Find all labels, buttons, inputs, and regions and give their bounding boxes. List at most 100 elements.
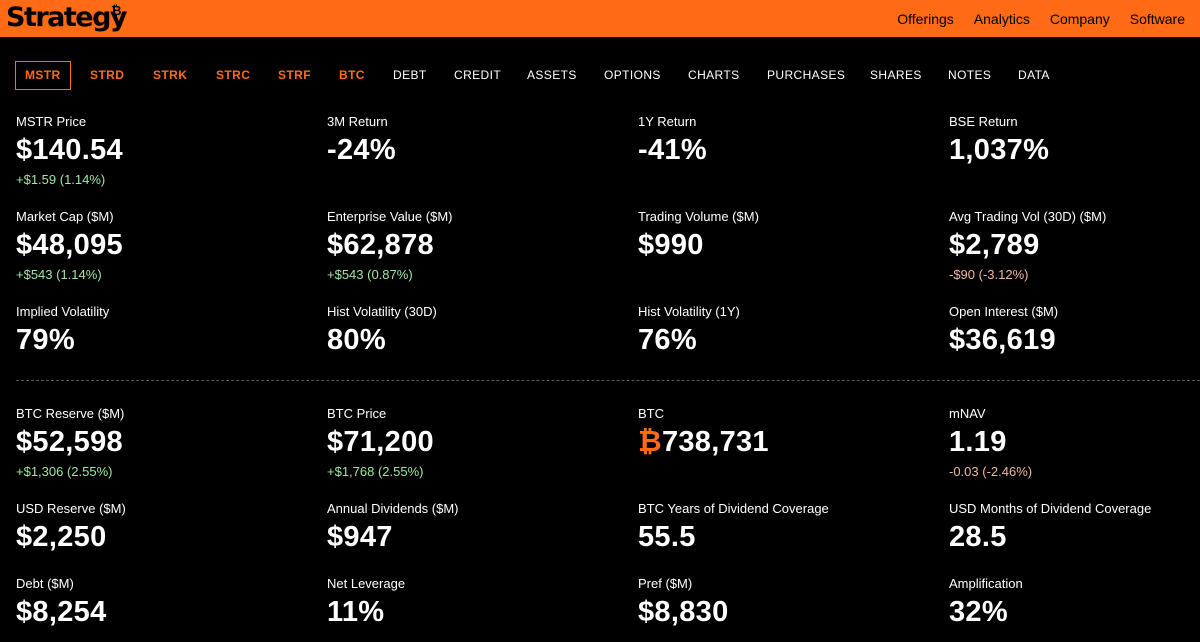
tab-credit[interactable]: CREDIT <box>454 61 501 90</box>
tab-strd[interactable]: STRD <box>90 61 124 90</box>
metric-trading-volume: Trading Volume ($M) $990 <box>638 209 759 262</box>
metric-market-cap: Market Cap ($M) $48,095 +$543 (1.14%) <box>16 209 123 283</box>
metric-value: $140.54 <box>16 134 123 166</box>
metric-pref: Pref ($M) $8,830 <box>638 576 729 629</box>
nav-offerings[interactable]: Offerings <box>897 11 954 27</box>
metric-label: Pref ($M) <box>638 576 693 591</box>
bitcoin-icon: ₿ <box>638 426 662 458</box>
ticker-tabs: MSTR STRD STRK STRC STRF BTC DEBT CREDIT… <box>0 61 1200 90</box>
metric-value: 80% <box>327 324 386 356</box>
metric-label: BTC Price <box>327 406 387 421</box>
nav-analytics[interactable]: Analytics <box>974 11 1030 27</box>
metric-value: $8,254 <box>16 596 107 628</box>
metric-amplification: Amplification 32% <box>949 576 1023 629</box>
metric-label: Open Interest ($M) <box>949 304 1059 319</box>
tab-debt[interactable]: DEBT <box>393 61 427 90</box>
metric-value: 11% <box>327 596 385 628</box>
metric-value: $52,598 <box>16 426 123 458</box>
tab-assets[interactable]: ASSETS <box>527 61 577 90</box>
tab-data[interactable]: DATA <box>1018 61 1050 90</box>
metric-label: BTC Years of Dividend Coverage <box>638 501 829 516</box>
metric-mnav: mNAV 1.19 -0.03 (-2.46%) <box>949 406 1032 480</box>
metric-value: 55.5 <box>638 521 696 553</box>
metric-value: 28.5 <box>949 521 1007 553</box>
metric-value: 1,037% <box>949 134 1050 166</box>
tab-strc[interactable]: STRC <box>216 61 250 90</box>
metric-label: Hist Volatility (1Y) <box>638 304 740 319</box>
bitcoin-logo-icon: ₿ <box>111 4 122 19</box>
nav-software[interactable]: Software <box>1130 11 1185 27</box>
metric-label: Avg Trading Vol (30D) ($M) <box>949 209 1107 224</box>
metric-hist-volatility-30d: Hist Volatility (30D) 80% <box>327 304 437 357</box>
metric-usd-months-coverage: USD Months of Dividend Coverage 28.5 <box>949 501 1151 554</box>
tab-options[interactable]: OPTIONS <box>604 61 661 90</box>
metric-hist-volatility-1y: Hist Volatility (1Y) 76% <box>638 304 740 357</box>
tab-strf[interactable]: STRF <box>278 61 311 90</box>
metric-open-interest: Open Interest ($M) $36,619 <box>949 304 1058 357</box>
metric-label: BTC Reserve ($M) <box>16 406 125 421</box>
metric-label: Amplification <box>949 576 1023 591</box>
metric-value: $2,789 <box>949 229 1040 261</box>
top-nav: Offerings Analytics Company Software <box>897 0 1185 37</box>
metric-label: BSE Return <box>949 114 1018 129</box>
metric-net-leverage: Net Leverage 11% <box>327 576 405 629</box>
tab-charts[interactable]: CHARTS <box>688 61 740 90</box>
metric-value: $36,619 <box>949 324 1056 356</box>
metric-label: USD Reserve ($M) <box>16 501 126 516</box>
section-divider <box>16 380 1200 381</box>
metric-label: Market Cap ($M) <box>16 209 114 224</box>
metric-label: Debt ($M) <box>16 576 74 591</box>
tab-shares[interactable]: SHARES <box>870 61 922 90</box>
metric-value: ₿738,731 <box>638 425 769 459</box>
metric-value: $8,830 <box>638 596 729 628</box>
metric-value: 76% <box>638 324 697 356</box>
metric-label: Net Leverage <box>327 576 406 591</box>
metric-value: $71,200 <box>327 426 434 458</box>
metric-label: mNAV <box>949 406 986 421</box>
metric-debt: Debt ($M) $8,254 <box>16 576 107 629</box>
tab-purchases[interactable]: PURCHASES <box>767 61 845 90</box>
metric-avg-trading-vol: Avg Trading Vol (30D) ($M) $2,789 -$90 (… <box>949 209 1106 283</box>
metric-3m-return: 3M Return -24% <box>327 114 396 167</box>
strategy-logo[interactable]: Strategy <box>6 2 128 34</box>
metric-btc-holdings: BTC ₿738,731 <box>638 406 769 459</box>
metric-value: -24% <box>327 134 396 166</box>
metric-label: Annual Dividends ($M) <box>327 501 459 516</box>
metric-value: $2,250 <box>16 521 107 553</box>
metric-value: $947 <box>327 521 393 553</box>
metric-bse-return: BSE Return 1,037% <box>949 114 1049 167</box>
metric-change: -0.03 (-2.46%) <box>949 464 1033 479</box>
metric-value: 1.19 <box>949 426 1007 458</box>
metric-label: MSTR Price <box>16 114 87 129</box>
nav-company[interactable]: Company <box>1050 11 1110 27</box>
metric-value: -41% <box>638 134 707 166</box>
metric-change: +$1,768 (2.55%) <box>327 464 424 479</box>
metric-btc-reserve: BTC Reserve ($M) $52,598 +$1,306 (2.55%) <box>16 406 124 480</box>
metric-usd-reserve: USD Reserve ($M) $2,250 <box>16 501 126 554</box>
metric-annual-dividends: Annual Dividends ($M) $947 <box>327 501 459 554</box>
metric-label: USD Months of Dividend Coverage <box>949 501 1152 516</box>
metric-value: $990 <box>638 229 704 261</box>
metric-value: 32% <box>949 596 1008 628</box>
metric-btc-price: BTC Price $71,200 +$1,768 (2.55%) <box>327 406 434 480</box>
metric-value: 79% <box>16 324 75 356</box>
metric-implied-volatility: Implied Volatility 79% <box>16 304 109 357</box>
metric-change: +$1.59 (1.14%) <box>16 172 106 187</box>
metric-change: +$1,306 (2.55%) <box>16 464 113 479</box>
top-bar: Strategy ₿ Offerings Analytics Company S… <box>0 0 1200 37</box>
tab-btc[interactable]: BTC <box>339 61 365 90</box>
metric-change: -$90 (-3.12%) <box>949 267 1029 282</box>
tab-notes[interactable]: NOTES <box>948 61 991 90</box>
metric-label: 1Y Return <box>638 114 697 129</box>
metric-label: Enterprise Value ($M) <box>327 209 453 224</box>
metric-label: BTC <box>638 406 664 421</box>
metric-label: Hist Volatility (30D) <box>327 304 437 319</box>
btc-amount: 738,731 <box>661 426 769 458</box>
metric-label: Trading Volume ($M) <box>638 209 759 224</box>
metric-change: +$543 (1.14%) <box>16 267 102 282</box>
tab-strk[interactable]: STRK <box>153 61 187 90</box>
metric-btc-years-coverage: BTC Years of Dividend Coverage 55.5 <box>638 501 829 554</box>
tab-mstr[interactable]: MSTR <box>15 61 71 90</box>
metric-label: 3M Return <box>327 114 388 129</box>
metric-value: $62,878 <box>327 229 434 261</box>
